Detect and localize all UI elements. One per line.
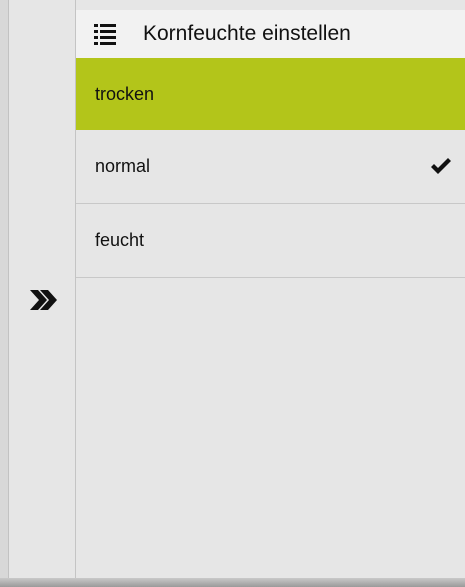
double-chevron-right-icon	[29, 290, 57, 310]
main-panel: Kornfeuchte einstellen trocken normal fe…	[76, 0, 465, 587]
list-icon[interactable]	[94, 23, 116, 45]
expand-button[interactable]	[9, 278, 76, 322]
option-label: normal	[95, 156, 151, 176]
dialog-header: Kornfeuchte einstellen	[76, 10, 465, 58]
left-edge-strip	[0, 0, 9, 587]
option-normal[interactable]: normal	[76, 130, 465, 204]
option-trocken[interactable]: trocken	[76, 58, 465, 130]
option-label: trocken	[95, 83, 155, 104]
option-list: trocken normal feucht	[76, 58, 465, 278]
page-title: Kornfeuchte einstellen	[143, 22, 351, 45]
option-feucht[interactable]: feucht	[76, 204, 465, 278]
bottom-bar	[0, 578, 465, 587]
checkmark-icon	[431, 157, 451, 174]
expand-panel	[9, 0, 76, 587]
option-label: feucht	[95, 230, 145, 250]
